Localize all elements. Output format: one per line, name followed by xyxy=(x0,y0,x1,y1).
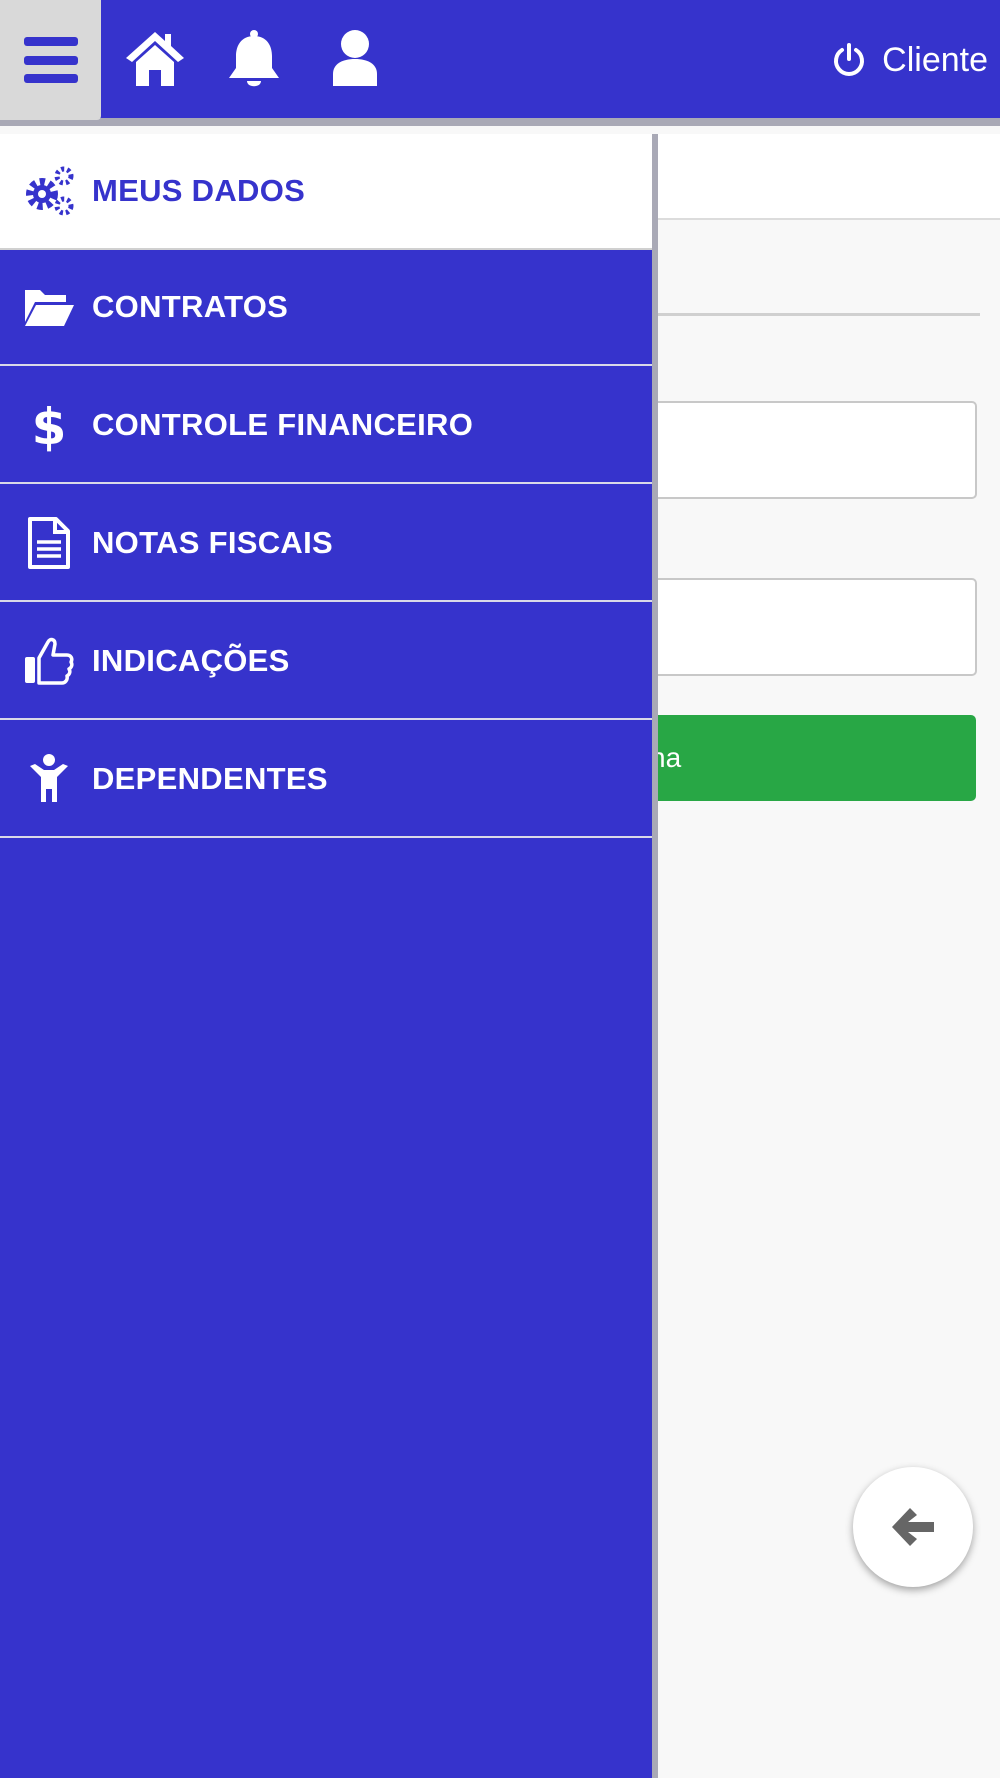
menu-item-label: INDICAÇÕES xyxy=(92,643,290,678)
power-icon xyxy=(834,43,865,76)
folder-open-icon xyxy=(22,280,76,334)
menu-item-controle-financeiro[interactable]: $ CONTROLE FINANCEIRO xyxy=(0,368,652,484)
logout-label: Cliente xyxy=(882,40,988,79)
thumbs-up-icon xyxy=(22,634,76,688)
menu-item-label: CONTROLE FINANCEIRO xyxy=(92,407,474,442)
child-icon xyxy=(22,752,76,806)
menu-toggle-button[interactable] xyxy=(0,0,101,120)
bell-icon xyxy=(229,30,279,87)
menu-item-indicacoes[interactable]: INDICAÇÕES xyxy=(0,604,652,720)
page-header-bar xyxy=(658,134,1000,220)
text-input-1[interactable] xyxy=(650,401,977,499)
back-button[interactable] xyxy=(853,1467,973,1587)
menu-item-contratos[interactable]: CONTRATOS xyxy=(0,250,652,366)
top-bar: Cliente xyxy=(0,0,1000,126)
document-icon xyxy=(22,516,76,570)
dollar-icon: $ xyxy=(22,398,76,452)
user-icon xyxy=(333,30,377,86)
section-divider xyxy=(658,313,980,316)
arrow-left-icon xyxy=(892,1508,934,1546)
menu-item-label: DEPENDENTES xyxy=(92,761,328,796)
menu-item-notas-fiscais[interactable]: NOTAS FISCAIS xyxy=(0,486,652,602)
svg-text:$: $ xyxy=(32,398,67,452)
menu-item-label: NOTAS FISCAIS xyxy=(92,525,334,560)
menu-item-label: MEUS DADOS xyxy=(92,173,306,208)
menu-item-label: CONTRATOS xyxy=(92,289,289,324)
gears-icon xyxy=(22,164,76,218)
side-drawer: MEUS DADOS CONTRATOS $ CONTROLE FINANCEI… xyxy=(0,134,652,1778)
profile-button[interactable] xyxy=(324,28,386,90)
menu-item-meus-dados[interactable]: MEUS DADOS xyxy=(0,134,652,250)
menu-item-dependentes[interactable]: DEPENDENTES xyxy=(0,722,652,838)
text-input-2[interactable] xyxy=(650,578,977,676)
submit-button[interactable]: na xyxy=(650,715,976,801)
notifications-button[interactable] xyxy=(223,28,285,90)
logout-button[interactable]: Cliente xyxy=(832,36,988,84)
drawer-edge xyxy=(652,134,658,1778)
home-button[interactable] xyxy=(124,28,186,90)
home-icon xyxy=(126,32,184,86)
hamburger-icon xyxy=(23,37,78,83)
